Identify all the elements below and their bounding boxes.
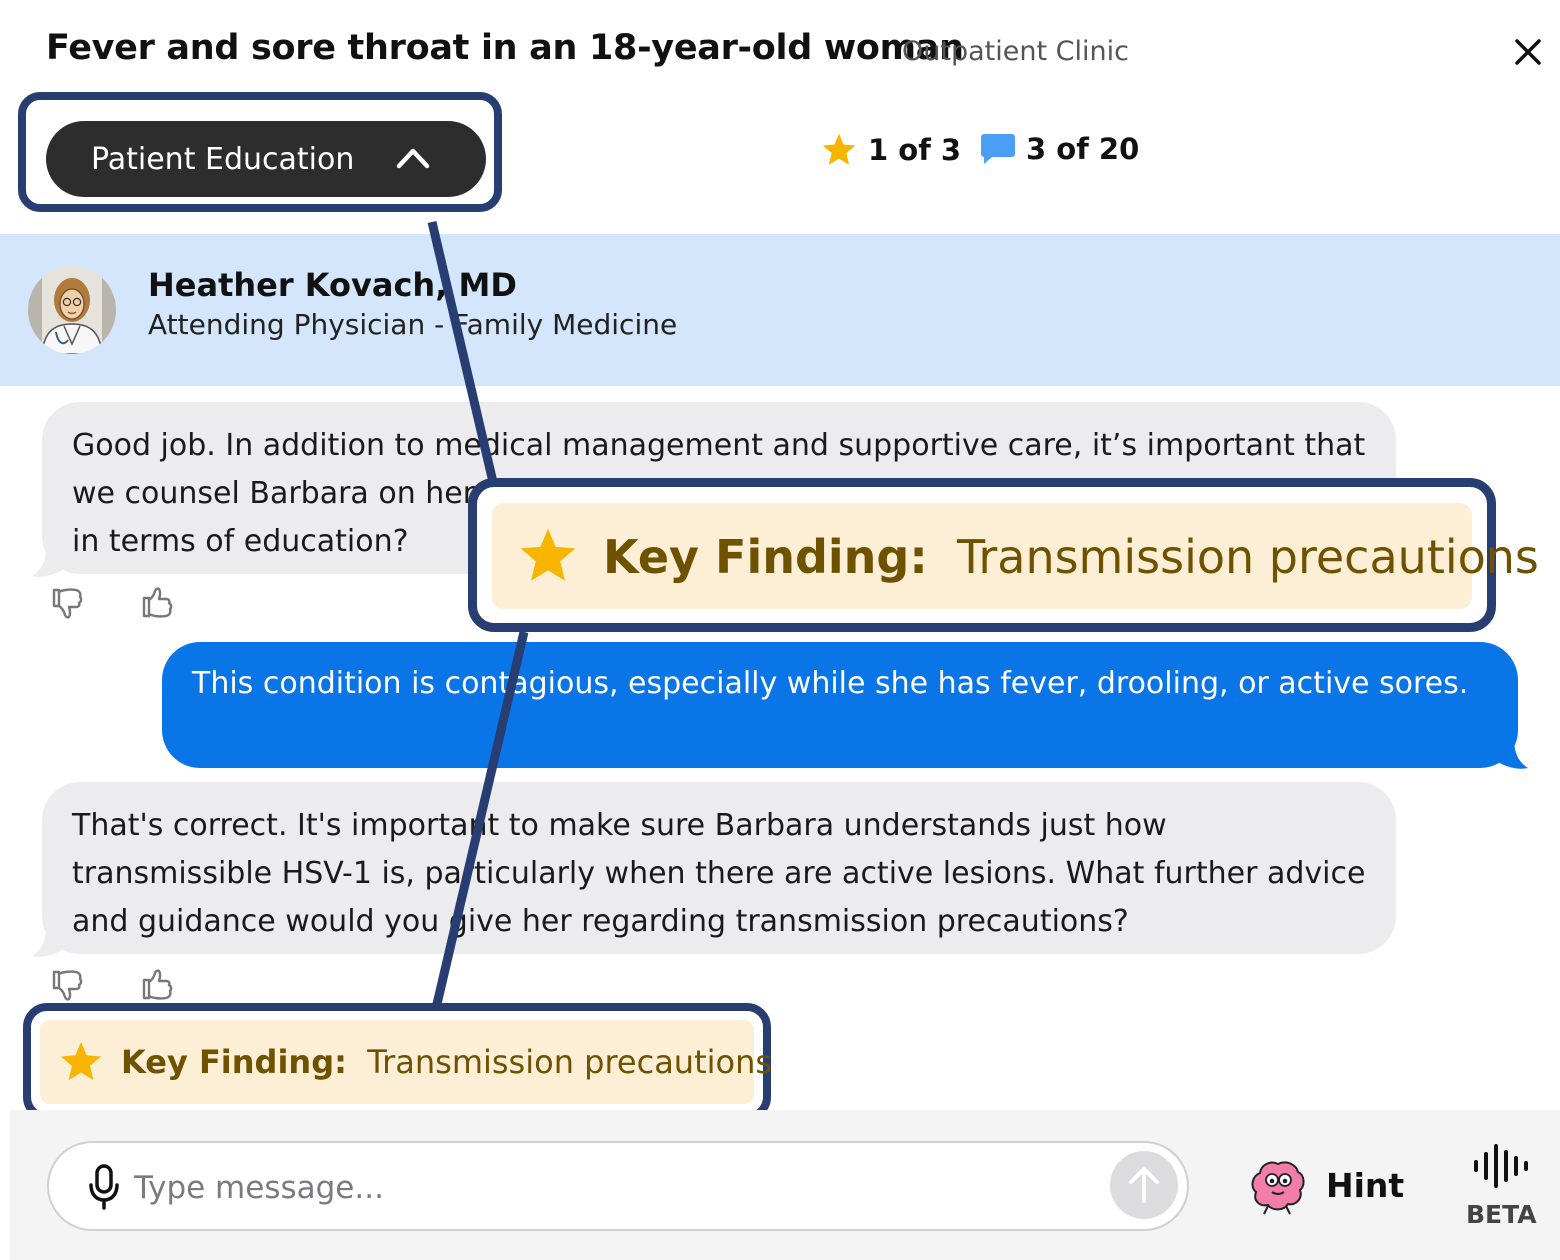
key-finding-value: Transmission precautions <box>957 530 1539 584</box>
voice-waveform-icon[interactable] <box>1472 1142 1530 1190</box>
section-label: Patient Education <box>91 141 355 177</box>
key-findings-counter: 1 of 3 <box>820 132 961 168</box>
key-finding-label: Key Finding: <box>603 530 928 584</box>
bubble-tail <box>1498 738 1528 769</box>
hint-button[interactable]: Hint <box>1326 1166 1404 1205</box>
arrow-up-icon <box>1129 1167 1159 1203</box>
section-dropdown-button[interactable]: Patient Education <box>46 121 486 197</box>
chat-bubble-icon <box>981 134 1015 164</box>
key-findings-count: 1 of 3 <box>868 133 962 167</box>
user-message: This condition is contagious, especially… <box>162 642 1518 768</box>
case-setting: Outpatient Clinic <box>902 36 1129 67</box>
messages-counter: 3 of 20 <box>980 132 1139 166</box>
attending-name: Heather Kovach, MD <box>148 266 517 304</box>
key-finding-text: Key Finding: Transmission precautions <box>121 1043 772 1081</box>
key-finding-label: Key Finding: <box>121 1043 347 1081</box>
voice-beta-label: BETA <box>1466 1200 1537 1229</box>
case-title: Fever and sore throat in an 18-year-old … <box>46 28 964 68</box>
chevron-up-icon <box>396 148 430 169</box>
avatar <box>28 266 116 354</box>
messages-count: 3 of 20 <box>1026 132 1140 166</box>
star-icon <box>822 133 856 165</box>
key-finding-text-zoomed: Key Finding: Transmission precautions <box>603 530 1539 584</box>
attending-role: Attending Physician - Family Medicine <box>148 308 678 341</box>
hint-mascot-icon[interactable] <box>1250 1156 1306 1216</box>
microphone-icon[interactable] <box>86 1163 122 1211</box>
thumbs-up-icon[interactable] <box>140 584 176 620</box>
close-icon[interactable] <box>1508 32 1548 72</box>
thumbs-down-icon[interactable] <box>50 966 86 1002</box>
send-button[interactable] <box>1110 1151 1178 1219</box>
star-icon <box>520 528 576 581</box>
message-input[interactable] <box>132 1162 1086 1214</box>
physician-avatar-illustration <box>28 266 116 354</box>
star-icon <box>60 1041 102 1081</box>
attending-message: That's correct. It's important to make s… <box>42 782 1396 954</box>
key-finding-value: Transmission precautions <box>367 1043 773 1081</box>
thumbs-up-icon[interactable] <box>140 966 176 1002</box>
thumbs-down-icon[interactable] <box>50 584 86 620</box>
